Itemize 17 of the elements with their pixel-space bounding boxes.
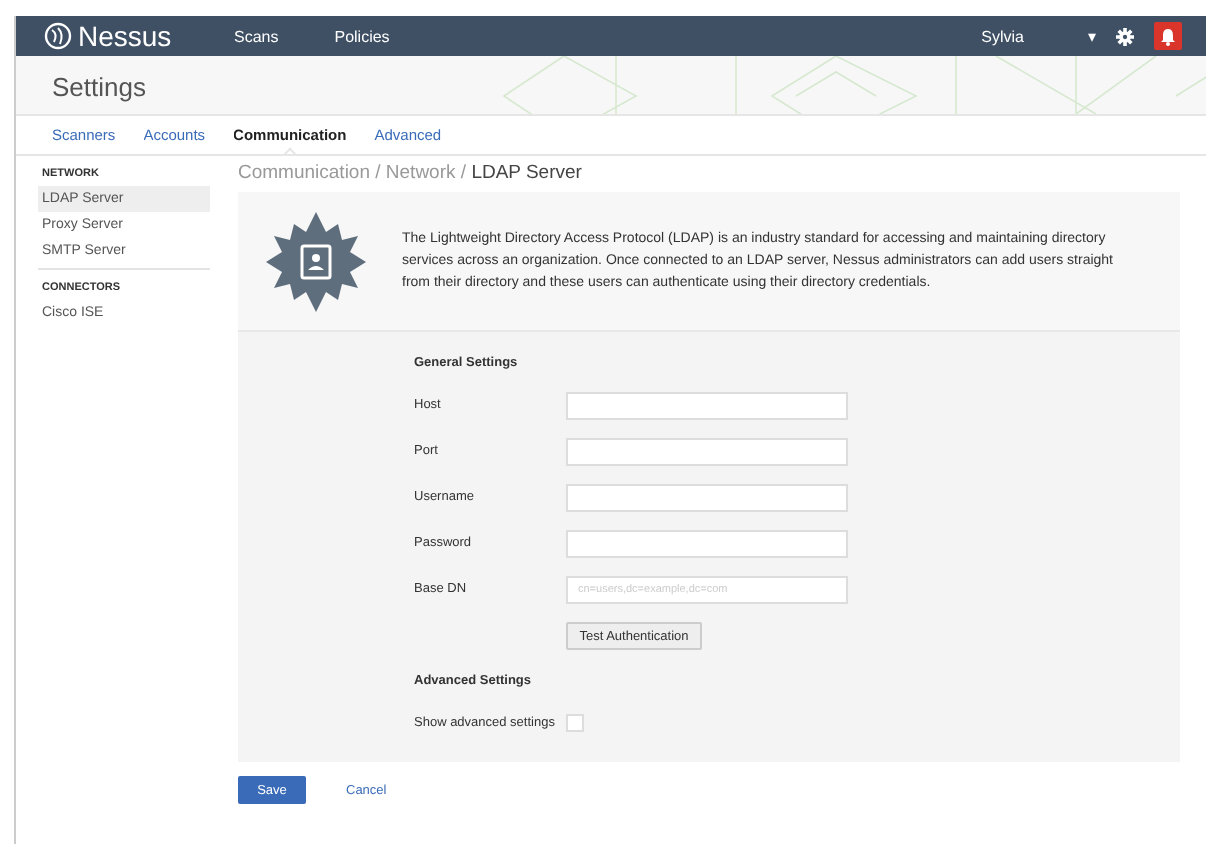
- puzzle-icon: [262, 207, 370, 315]
- logo-icon: [44, 22, 72, 50]
- nav-link[interactable]: Scans: [234, 27, 279, 45]
- checkbox[interactable]: [566, 714, 584, 732]
- nav-link[interactable]: Policies: [334, 27, 390, 45]
- user-name[interactable]: Sylvia: [981, 27, 1024, 45]
- notification-button[interactable]: [1154, 22, 1182, 50]
- input-field[interactable]: [566, 437, 848, 465]
- settings-icon[interactable]: [1116, 27, 1134, 45]
- input-field[interactable]: [566, 391, 848, 419]
- logo-text: Nessus: [78, 20, 172, 52]
- page-title: Settings: [52, 72, 146, 102]
- bell-icon: [1160, 27, 1176, 45]
- breadcrumb: Communication / Network / LDAP Server: [238, 160, 584, 188]
- input-field[interactable]: [566, 483, 848, 511]
- caret-icon[interactable]: ▾: [1088, 27, 1096, 45]
- input-field[interactable]: [566, 529, 848, 557]
